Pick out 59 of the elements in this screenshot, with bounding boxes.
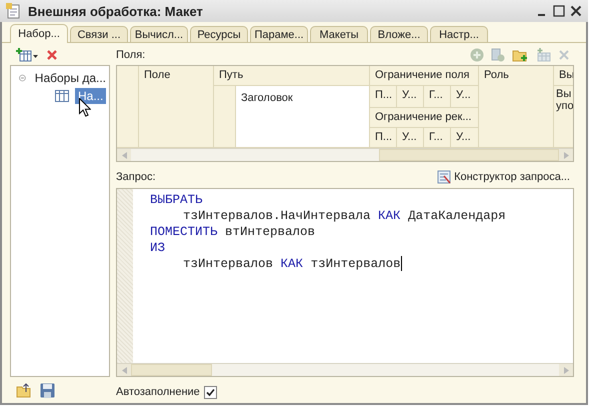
close-icon[interactable] <box>570 5 582 17</box>
scroll-left-icon[interactable] <box>117 149 131 161</box>
horizontal-scrollbar[interactable] <box>117 363 573 376</box>
collapse-icon[interactable] <box>19 73 26 83</box>
maximize-icon[interactable] <box>553 5 565 17</box>
code-line: ПОМЕСТИТЬ втИнтервалов <box>150 224 316 240</box>
folder-add-icon[interactable] <box>512 48 528 62</box>
tab[interactable]: Ресурсы <box>190 26 248 42</box>
code-line: тзИнтервалов КАК тзИнтервалов <box>182 256 404 272</box>
horizontal-scrollbar[interactable] <box>117 148 573 161</box>
code-line: ВЫБРАТЬ <box>150 192 204 208</box>
section-label: Поля: <box>116 49 146 61</box>
add-icon[interactable] <box>470 48 484 62</box>
query-editor[interactable]: ВЫБРАТЬ тзИнтервалов.НачИнтервала КАК ДатаКалендаря ПОМЕСТИТЬ втИнтервалов ИЗ тзИнтервалов КАК тзИнтервалов <box>116 188 574 377</box>
scroll-left-icon[interactable] <box>117 364 131 376</box>
tab[interactable]: Вычисл... <box>130 26 188 42</box>
delete-icon[interactable] <box>558 49 570 61</box>
window-title: Внешняя обработка: Макет <box>28 4 204 18</box>
copy-icon[interactable] <box>491 48 505 62</box>
folder-up-icon[interactable] <box>16 383 32 398</box>
column-header: У... <box>451 86 479 108</box>
column-header: У... <box>397 128 424 148</box>
column-header: Ограничение рек... <box>370 108 479 128</box>
save-icon[interactable] <box>40 383 55 398</box>
tab[interactable]: Параме... <box>250 26 308 42</box>
query-designer-icon[interactable] <box>437 170 452 184</box>
column-header: У... <box>397 86 424 108</box>
column-header: Путь <box>214 66 370 86</box>
table-icon <box>55 90 69 102</box>
checkbox[interactable] <box>204 386 217 398</box>
section-label: Запрос: <box>116 171 156 183</box>
column-header: Г... <box>424 86 451 108</box>
tab[interactable]: Макеты <box>310 26 368 42</box>
table-cell: Вы упо <box>554 86 573 148</box>
code-line: ИЗ <box>150 240 166 256</box>
column-header: Роль <box>479 66 554 148</box>
tab[interactable]: Вложе... <box>370 26 428 42</box>
scroll-right-icon[interactable] <box>559 149 573 161</box>
document-icon <box>6 3 22 19</box>
query-designer-link[interactable]: Конструктор запроса... <box>437 170 574 184</box>
table-cell <box>214 86 236 148</box>
scroll-thumb[interactable] <box>379 149 559 161</box>
tab[interactable]: Настр... <box>430 26 488 42</box>
code-line: тзИнтервалов.НачИнтервала КАК ДатаКалендаря <box>182 208 506 224</box>
column-header: Г... <box>424 128 451 148</box>
tree-item[interactable]: Наборы да... <box>32 70 109 86</box>
column-header: Поле <box>139 66 214 148</box>
table-cell: Заголовок <box>236 86 370 148</box>
scroll-right-icon[interactable] <box>559 364 573 376</box>
checkbox-label: Автозаполнение <box>116 386 200 398</box>
column-header: Ограничение поля <box>370 66 479 86</box>
column-header: У... <box>451 128 479 148</box>
column-header: П... <box>370 128 397 148</box>
delete-icon[interactable] <box>46 49 58 61</box>
scroll-thumb[interactable] <box>131 364 212 376</box>
add-table-icon[interactable] <box>16 48 38 62</box>
tab[interactable]: Связи ... <box>70 26 128 42</box>
column-header: П... <box>370 86 397 108</box>
tab[interactable]: Набор... <box>10 24 68 43</box>
